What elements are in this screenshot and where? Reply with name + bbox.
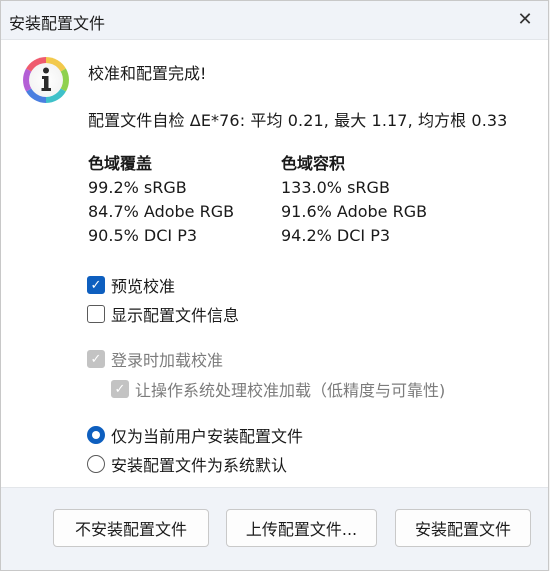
profile-self-check: 配置文件自检 ΔE*76: 平均 0.21, 最大 1.17, 均方根 0.33	[88, 111, 508, 130]
checkmark-icon: ✓	[87, 350, 105, 368]
os-handle-loading-label: 让操作系统处理校准加载（低精度与可靠性)	[135, 381, 446, 400]
load-on-login-label: 登录时加载校准	[111, 351, 224, 370]
install-system-default-radio[interactable]: 安装配置文件为系统默认	[87, 452, 287, 476]
gamut-volume-srgb: 133.0% sRGB	[281, 178, 390, 197]
preview-calibration-checkbox[interactable]: ✓ 预览校准	[87, 273, 175, 297]
gamut-volume-adobe-rgb: 91.6% Adobe RGB	[281, 202, 428, 221]
radio-selected-icon	[87, 426, 105, 444]
install-system-default-label: 安装配置文件为系统默认	[111, 456, 288, 475]
show-profile-info-label: 显示配置文件信息	[111, 306, 240, 325]
show-profile-info-checkbox[interactable]: 显示配置文件信息	[87, 302, 239, 326]
install-profile-button[interactable]: 安装配置文件	[395, 509, 531, 547]
gamut-volume: 色域容积 133.0% sRGB 91.6% Adobe RGB 94.2% D…	[281, 152, 427, 248]
gamut-coverage-adobe-rgb: 84.7% Adobe RGB	[88, 202, 235, 221]
load-on-login-checkbox[interactable]: ✓ 登录时加载校准	[87, 347, 223, 371]
gamut-coverage: 色域覆盖 99.2% sRGB 84.7% Adobe RGB 90.5% DC…	[88, 152, 234, 248]
install-current-user-radio[interactable]: 仅为当前用户安装配置文件	[87, 423, 303, 447]
install-profile-dialog: 安装配置文件 ✕ 校准和配置完成! 配置文件自检 ΔE*76: 平均 0.21,…	[0, 0, 549, 571]
close-icon[interactable]: ✕	[508, 3, 542, 35]
dont-install-button[interactable]: 不安装配置文件	[53, 509, 209, 547]
upload-profile-button[interactable]: 上传配置文件...	[226, 509, 377, 547]
dialog-footer: 不安装配置文件 上传配置文件... 安装配置文件	[1, 487, 548, 570]
title-bar: 安装配置文件 ✕	[1, 1, 548, 40]
checkmark-icon: ✓	[87, 276, 105, 294]
info-icon	[23, 57, 69, 103]
checkbox-empty-icon	[87, 305, 105, 323]
gamut-coverage-srgb: 99.2% sRGB	[88, 178, 187, 197]
gamut-volume-heading: 色域容积	[281, 154, 346, 173]
completion-message: 校准和配置完成!	[88, 64, 207, 83]
os-handle-loading-checkbox[interactable]: ✓ 让操作系统处理校准加载（低精度与可靠性)	[111, 377, 445, 401]
gamut-coverage-heading: 色域覆盖	[88, 154, 153, 173]
checkmark-icon: ✓	[111, 380, 129, 398]
preview-calibration-label: 预览校准	[111, 277, 176, 296]
gamut-coverage-dci-p3: 90.5% DCI P3	[88, 226, 198, 245]
install-current-user-label: 仅为当前用户安装配置文件	[111, 427, 304, 446]
radio-empty-icon	[87, 455, 105, 473]
window-title: 安装配置文件	[9, 14, 106, 33]
gamut-volume-dci-p3: 94.2% DCI P3	[281, 226, 391, 245]
